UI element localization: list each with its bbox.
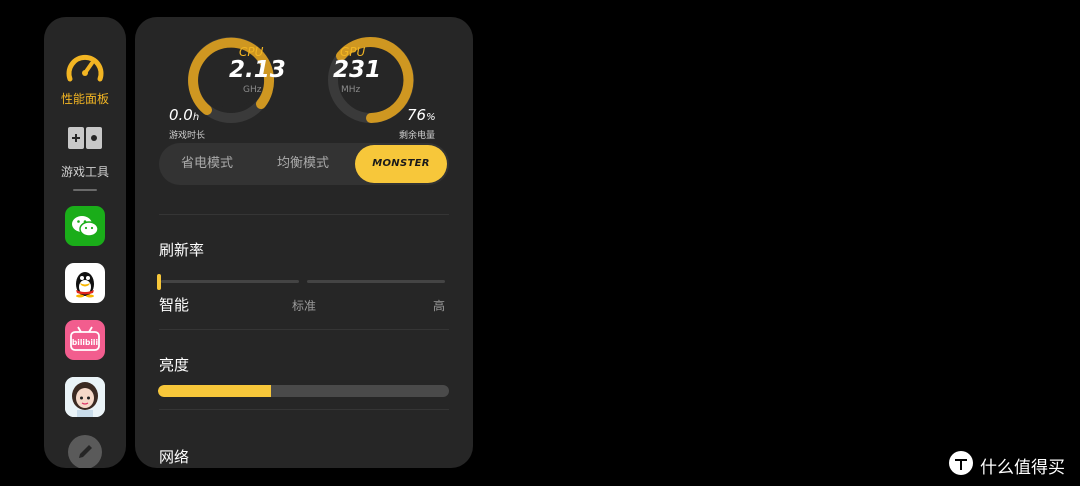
toolbox-icon — [68, 127, 102, 149]
pencil-icon — [68, 435, 102, 468]
performance-panel-label: 性能面板 — [60, 92, 109, 106]
refresh-rate-track-right — [307, 280, 445, 283]
mode-selector: 省电模式 均衡模式 MONSTER — [159, 143, 449, 185]
brightness-fill — [158, 385, 272, 397]
refresh-option-standard[interactable]: 标准 — [292, 297, 316, 314]
wechat-app[interactable] — [65, 206, 105, 246]
battery-value: 76% — [407, 106, 436, 124]
smzdm-logo-icon — [949, 451, 973, 475]
bilibili-app[interactable]: bilibili — [65, 320, 105, 360]
monster-mode-option[interactable]: MONSTER — [355, 145, 447, 183]
section-divider — [159, 329, 449, 330]
game-time-value: 0.0h — [169, 106, 200, 124]
performance-panel: CPU 2.13 GHz GPU 231 MHz 0.0h 游戏时长 76% 剩… — [135, 17, 473, 468]
refresh-rate-track-left — [161, 280, 299, 283]
battery-label: 剩余电量 — [399, 131, 436, 141]
avatar-girl-icon — [65, 377, 105, 417]
game-tools-tab[interactable] — [44, 124, 126, 152]
brightness-slider[interactable] — [158, 385, 449, 397]
speedometer-icon — [66, 55, 104, 82]
avatar-app[interactable] — [65, 377, 105, 417]
section-divider — [159, 214, 449, 215]
gpu-frequency: 231 — [333, 57, 382, 83]
section-divider — [159, 409, 449, 410]
watermark-text: 什么值得买 — [980, 458, 1065, 478]
network-title: 网络 — [159, 448, 190, 466]
qq-app[interactable] — [65, 263, 105, 303]
refresh-option-high[interactable]: 高 — [433, 297, 445, 314]
sidebar: 性能面板 游戏工具 bilibili — [44, 17, 126, 468]
gpu-unit: MHz — [341, 85, 361, 95]
qq-penguin-icon — [76, 272, 94, 298]
edit-button[interactable] — [44, 435, 126, 468]
bilibili-logo-text: bilibili — [72, 338, 98, 347]
wechat-icon — [72, 216, 99, 237]
brightness-title: 亮度 — [159, 356, 190, 374]
power-saving-mode-option[interactable]: 省电模式 — [159, 143, 255, 185]
refresh-rate-title: 刷新率 — [159, 241, 205, 259]
bilibili-icon: bilibili — [70, 326, 100, 351]
performance-panel-tab[interactable] — [44, 51, 126, 83]
game-tools-label: 游戏工具 — [60, 165, 109, 179]
refresh-option-smart[interactable]: 智能 — [159, 294, 189, 315]
sidebar-divider — [73, 189, 97, 191]
cpu-frequency: 2.13 — [229, 57, 286, 83]
game-time-label: 游戏时长 — [169, 131, 206, 141]
balanced-mode-option[interactable]: 均衡模式 — [255, 143, 351, 185]
cpu-unit: GHz — [243, 85, 262, 95]
refresh-rate-slider-thumb[interactable] — [157, 274, 161, 290]
